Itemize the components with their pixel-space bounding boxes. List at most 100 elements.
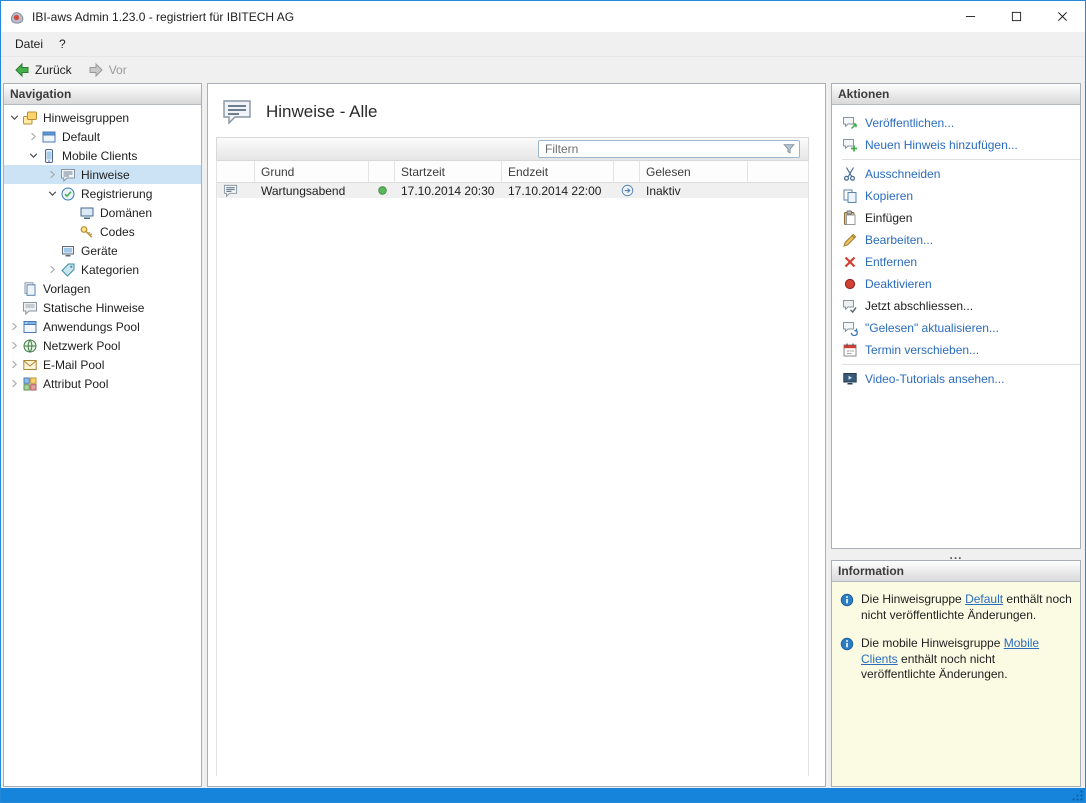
action-video-tutorials-ansehen[interactable]: Video-Tutorials ansehen...	[832, 368, 1080, 390]
column-header-grund[interactable]: Grund	[255, 161, 369, 182]
cell-endzeit: 17.10.2014 22:00	[502, 184, 614, 198]
nav-item-codes[interactable]: Codes	[4, 222, 201, 241]
titlebar: IBI-aws Admin 1.23.0 - registriert für I…	[1, 1, 1085, 32]
app-pool-icon	[22, 319, 38, 335]
collapse-chevron-icon[interactable]	[7, 110, 22, 125]
expand-chevron-icon[interactable]	[7, 319, 22, 334]
expand-chevron-icon[interactable]	[7, 357, 22, 372]
action-label: Video-Tutorials ansehen...	[865, 372, 1004, 386]
action-label: Kopieren	[865, 189, 913, 203]
content-area: Navigation HinweisgruppenDefaultMobile C…	[1, 82, 1085, 788]
resize-grip[interactable]	[1071, 789, 1084, 802]
attribute-pool-icon	[22, 376, 38, 392]
client-icon	[41, 129, 57, 145]
nav-item-vorlagen[interactable]: Vorlagen	[4, 279, 201, 298]
nav-item-netzwerk-pool[interactable]: Netzwerk Pool	[4, 336, 201, 355]
deactivate-icon	[842, 276, 858, 292]
column-header-endzeit[interactable]: Endzeit	[502, 161, 614, 182]
expand-chevron-icon[interactable]	[26, 129, 41, 144]
information-content: Die Hinweisgruppe Default enthält noch n…	[832, 582, 1080, 786]
registration-icon	[60, 186, 76, 202]
info-item: Die mobile Hinweisgruppe Mobile Clients …	[840, 636, 1072, 683]
column-header-startzeit[interactable]: Startzeit	[395, 161, 502, 182]
info-link-default[interactable]: Default	[965, 592, 1003, 606]
column-header-blank[interactable]	[369, 161, 395, 182]
panel-splitter[interactable]: ...	[831, 549, 1081, 560]
device-icon	[60, 243, 76, 259]
expand-chevron-icon[interactable]	[7, 338, 22, 353]
filter-bar	[216, 137, 809, 161]
nav-item-default[interactable]: Default	[4, 127, 201, 146]
expand-chevron-icon[interactable]	[45, 262, 60, 277]
filter-input[interactable]	[538, 140, 800, 158]
nav-item-attribut-pool[interactable]: Attribut Pool	[4, 374, 201, 393]
menu-help[interactable]: ?	[51, 34, 74, 54]
nav-item-label: Codes	[100, 225, 135, 239]
action-entfernen[interactable]: Entfernen	[832, 251, 1080, 273]
nav-item-label: Attribut Pool	[43, 377, 108, 391]
nav-item-anwendungs-pool[interactable]: Anwendungs Pool	[4, 317, 201, 336]
back-arrow-icon	[14, 62, 30, 78]
nav-item-e-mail-pool[interactable]: E-Mail Pool	[4, 355, 201, 374]
filter-funnel-icon[interactable]	[782, 142, 796, 156]
nav-item-label: Registrierung	[81, 187, 152, 201]
nav-item-kategorien[interactable]: Kategorien	[4, 260, 201, 279]
expand-chevron-icon[interactable]	[7, 376, 22, 391]
minimize-button[interactable]	[947, 1, 993, 32]
cell-startzeit: 17.10.2014 20:30	[395, 184, 502, 198]
nav-item-mobile-clients[interactable]: Mobile Clients	[4, 146, 201, 165]
cell-state	[614, 183, 640, 198]
menu-datei[interactable]: Datei	[7, 34, 51, 54]
forward-button[interactable]: Vor	[81, 60, 134, 80]
action-gelesen-aktualisieren[interactable]: "Gelesen" aktualisieren...	[832, 317, 1080, 339]
nav-item-label: Kategorien	[81, 263, 139, 277]
nav-item-statische-hinweise[interactable]: Statische Hinweise	[4, 298, 201, 317]
static-hint-icon	[22, 300, 38, 316]
action-deaktivieren[interactable]: Deaktivieren	[832, 273, 1080, 295]
action-veroffentlichen[interactable]: Veröffentlichen...	[832, 112, 1080, 134]
forward-button-label: Vor	[109, 63, 127, 77]
finish-icon	[842, 298, 858, 314]
actions-panel-header: Aktionen	[832, 84, 1080, 105]
collapse-chevron-icon[interactable]	[26, 148, 41, 163]
main-title-row: Hinweise - Alle	[208, 84, 825, 137]
nav-item-domanen[interactable]: Domänen	[4, 203, 201, 222]
expand-chevron-icon[interactable]	[45, 167, 60, 182]
action-ausschneiden[interactable]: Ausschneiden	[832, 163, 1080, 185]
collapse-chevron-icon[interactable]	[45, 186, 60, 201]
no-chevron	[64, 205, 79, 220]
column-header-gelesen[interactable]: Gelesen	[640, 161, 748, 182]
paste-icon	[842, 210, 858, 226]
publish-icon	[842, 115, 858, 131]
action-kopieren[interactable]: Kopieren	[832, 185, 1080, 207]
info-item: Die Hinweisgruppe Default enthält noch n…	[840, 592, 1072, 623]
action-label: Bearbeiten...	[865, 233, 933, 247]
nav-item-registrierung[interactable]: Registrierung	[4, 184, 201, 203]
nav-item-label: Anwendungs Pool	[43, 320, 140, 334]
table-body: Wartungsabend17.10.2014 20:3017.10.2014 …	[217, 183, 808, 198]
action-bearbeiten[interactable]: Bearbeiten...	[832, 229, 1080, 251]
action-termin-verschieben[interactable]: Termin verschieben...	[832, 339, 1080, 361]
group-icon	[22, 110, 38, 126]
back-button[interactable]: Zurück	[7, 60, 79, 80]
column-header-blank[interactable]	[614, 161, 640, 182]
action-einfugen[interactable]: Einfügen	[832, 207, 1080, 229]
window-controls	[947, 1, 1085, 32]
nav-item-hinweise[interactable]: Hinweise	[4, 165, 201, 184]
maximize-button[interactable]	[993, 1, 1039, 32]
table-row-wartungsabend[interactable]: Wartungsabend17.10.2014 20:3017.10.2014 …	[217, 183, 808, 198]
main-panel: Hinweise - Alle Grund StartzeitEndzeit Gel…	[207, 83, 826, 787]
close-button[interactable]	[1039, 1, 1085, 32]
nav-tree: HinweisgruppenDefaultMobile ClientsHinwe…	[4, 105, 201, 393]
nav-item-label: Geräte	[81, 244, 118, 258]
app-window: IBI-aws Admin 1.23.0 - registriert für I…	[0, 0, 1086, 803]
action-neuen-hinweis-hinzufugen[interactable]: Neuen Hinweis hinzufügen...	[832, 134, 1080, 156]
filter-box	[538, 140, 800, 158]
info-text: Die Hinweisgruppe Default enthält noch n…	[861, 592, 1072, 623]
template-icon	[22, 281, 38, 297]
nav-item-hinweisgruppen[interactable]: Hinweisgruppen	[4, 108, 201, 127]
action-jetzt-abschliessen[interactable]: Jetzt abschliessen...	[832, 295, 1080, 317]
nav-item-label: Netzwerk Pool	[43, 339, 120, 353]
column-header-blank[interactable]	[217, 161, 255, 182]
nav-item-gerate[interactable]: Geräte	[4, 241, 201, 260]
